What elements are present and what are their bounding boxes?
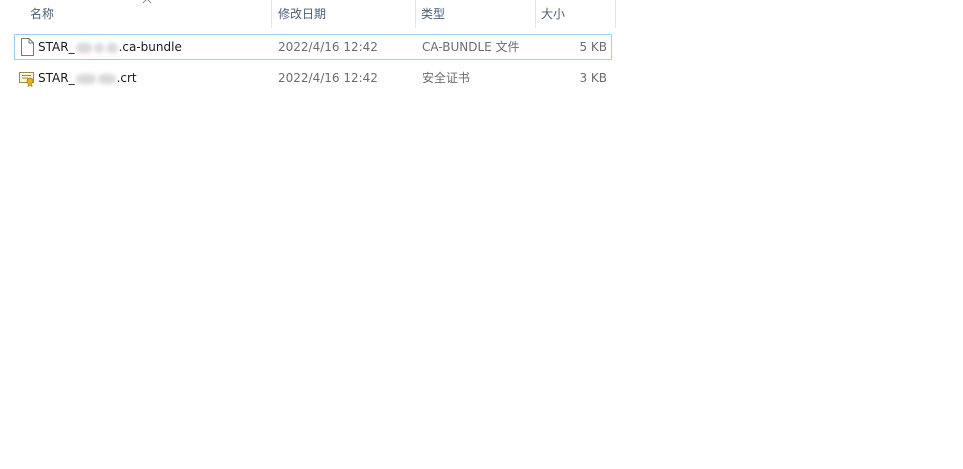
file-name-suffix: .ca-bundle <box>118 40 182 54</box>
column-header-name-label: 名称 <box>30 7 55 21</box>
file-modified-date: 2022/4/16 12:42 <box>278 71 378 85</box>
column-header-size-label: 大小 <box>541 7 566 21</box>
redaction-blur <box>75 42 92 53</box>
redaction-blur <box>75 73 96 84</box>
certificate-icon <box>19 72 34 87</box>
file-list-pane: 名称 修改日期 类型 大小 STAR_ .ca-bundle 2022/4/16 … <box>0 0 963 469</box>
file-name: STAR_ .ca-bundle <box>38 35 182 59</box>
generic-file-icon <box>21 38 34 56</box>
column-header-type[interactable]: 类型 <box>416 0 535 28</box>
file-type: CA-BUNDLE 文件 <box>422 40 520 54</box>
file-type: 安全证书 <box>422 71 471 85</box>
column-divider[interactable] <box>615 0 616 28</box>
file-row[interactable]: STAR_ .crt 2022/4/16 12:42 安全证书 3 KB <box>14 65 612 91</box>
column-header-date-label: 修改日期 <box>278 7 327 21</box>
file-size: 5 KB <box>579 40 607 54</box>
column-header-size[interactable]: 大小 <box>536 0 615 28</box>
column-header-date[interactable]: 修改日期 <box>272 0 415 28</box>
column-header-name[interactable]: 名称 <box>0 0 271 28</box>
file-name-prefix: STAR_ <box>38 40 75 54</box>
file-size: 3 KB <box>579 71 607 85</box>
column-header-bar: 名称 修改日期 类型 大小 <box>0 0 616 28</box>
redaction-blur <box>97 73 116 84</box>
file-name: STAR_ .crt <box>38 66 137 90</box>
redaction-blur <box>93 42 104 53</box>
file-modified-date: 2022/4/16 12:42 <box>278 40 378 54</box>
file-name-prefix: STAR_ <box>38 71 75 85</box>
file-name-suffix: .crt <box>116 71 137 85</box>
column-header-type-label: 类型 <box>421 7 446 21</box>
file-row[interactable]: STAR_ .ca-bundle 2022/4/16 12:42 CA-BUNDL… <box>14 34 612 60</box>
redaction-blur <box>105 42 118 53</box>
